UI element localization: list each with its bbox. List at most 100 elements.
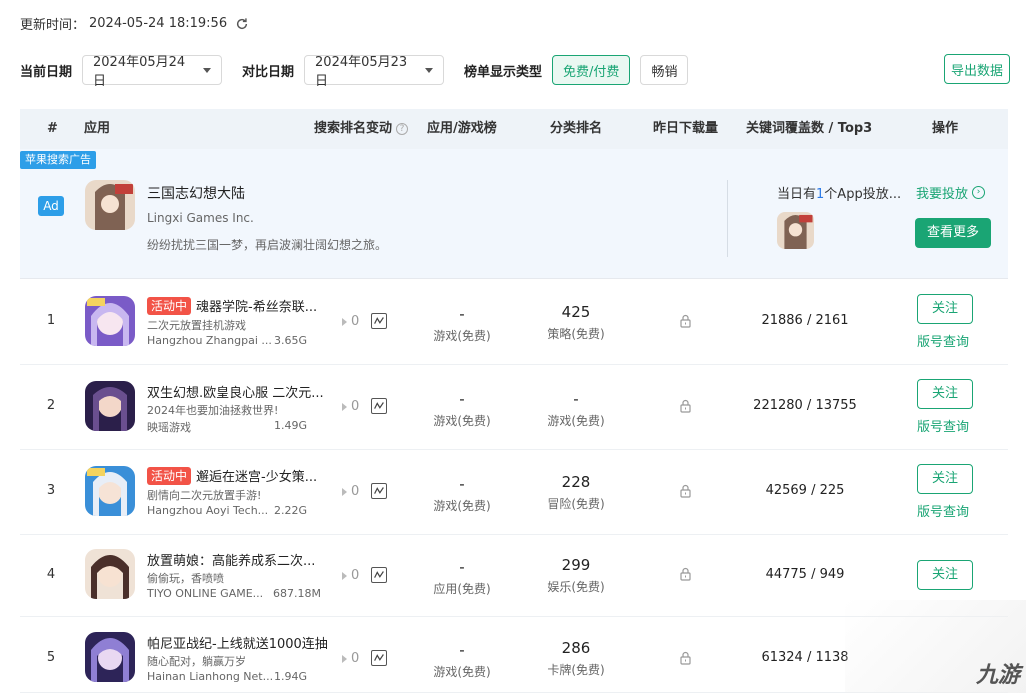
app-icon[interactable]: [85, 549, 135, 599]
app-size: 1.49G: [274, 419, 308, 432]
app-icon[interactable]: [85, 381, 135, 431]
search-change: 0: [342, 314, 359, 329]
app-name[interactable]: 放置萌娘：高能养成系二次...: [147, 550, 315, 569]
app-game-type: 应用(免费): [433, 582, 491, 596]
app-game-type: 游戏(免费): [433, 665, 491, 679]
app-game-rank: -: [459, 558, 465, 576]
triangle-right-icon: [342, 571, 347, 580]
advertise-link[interactable]: 我要投放 ›: [916, 183, 986, 202]
follow-button[interactable]: 关注: [917, 464, 973, 494]
app-title: 魂器学院-希丝奈联...: [196, 300, 318, 315]
app-game-rank: -: [459, 305, 465, 323]
trend-chart-icon[interactable]: [371, 650, 387, 666]
trend-chart-icon[interactable]: [371, 567, 387, 583]
search-change: 0: [342, 399, 359, 414]
toggle-grossing[interactable]: 畅销: [640, 55, 689, 85]
ad-info-prefix: 当日有: [777, 187, 817, 202]
search-change: 0: [342, 484, 359, 499]
category-cell: - 游戏(免费): [536, 390, 616, 429]
watermark-logo: 九游: [975, 663, 1020, 688]
app-name[interactable]: 帕尼亚战纪-上线就送1000连抽: [147, 633, 328, 652]
keyword-coverage: 21886 / 2161: [761, 313, 849, 328]
search-change-value: 0: [351, 484, 360, 499]
app-icon[interactable]: [85, 466, 135, 516]
triangle-right-icon: [342, 654, 347, 663]
search-change-value: 0: [351, 399, 360, 414]
lock-icon: [680, 314, 691, 328]
category-rank: -: [573, 390, 579, 408]
app-size: 2.22G: [274, 504, 308, 517]
ad-info-suffix: 个App投放...: [824, 187, 902, 202]
header-actions: 操作: [932, 121, 959, 136]
lock-icon: [680, 399, 691, 413]
ad-small-app-icon[interactable]: [777, 212, 814, 249]
advertise-link-label: 我要投放: [916, 187, 969, 202]
toggle-free-paid[interactable]: 免费/付费: [552, 55, 631, 85]
ad-app-name[interactable]: 三国志幻想大陆: [147, 183, 245, 203]
keyword-coverage: 44775 / 949: [765, 567, 845, 582]
lock-icon: [680, 567, 691, 581]
chevron-down-icon: [203, 67, 212, 73]
follow-button[interactable]: 关注: [917, 294, 973, 324]
app-game-cell: - 游戏(免费): [422, 305, 502, 344]
trend-chart-icon[interactable]: [371, 483, 387, 499]
app-title: 双生幻想.欧皇良心服 二次元...: [147, 386, 324, 401]
app-game-cell: - 游戏(免费): [422, 641, 502, 680]
ranking-table: # 应用 搜索排名变动? 应用/游戏榜 分类排名 昨日下载量 关键词覆盖数 / …: [20, 109, 1008, 149]
header-app-game: 应用/游戏榜: [427, 121, 497, 136]
follow-button[interactable]: 关注: [917, 379, 973, 409]
help-icon[interactable]: ?: [396, 122, 409, 135]
trend-chart-icon[interactable]: [371, 398, 387, 414]
app-name[interactable]: 活动中 魂器学院-希丝奈联...: [147, 296, 317, 315]
rank: 4: [46, 567, 56, 582]
app-developer: Hangzhou Zhangpai ...: [147, 334, 272, 347]
license-query-link[interactable]: 版号查询: [917, 501, 969, 520]
app-subtitle: 2024年也要加油拯救世界!: [147, 404, 279, 417]
app-size: 687.18M: [273, 587, 321, 600]
current-date-select[interactable]: 2024年05月24日: [82, 55, 223, 89]
app-subtitle: 随心配对，躺赢万岁: [147, 655, 246, 668]
search-change-value: 0: [351, 314, 360, 329]
app-game-rank: -: [459, 641, 465, 659]
app-size: 1.94G: [274, 670, 308, 683]
refresh-icon[interactable]: [235, 17, 249, 31]
app-developer: Hainan Lianhong Net...: [147, 670, 274, 683]
compare-date-select[interactable]: 2024年05月23日: [304, 55, 445, 89]
app-icon[interactable]: [85, 632, 135, 682]
category-type: 冒险(免费): [547, 497, 605, 511]
app-name[interactable]: 活动中 邂逅在迷宫-少女策...: [147, 466, 317, 485]
category-cell: 299 娱乐(免费): [536, 556, 616, 595]
app-game-cell: - 游戏(免费): [422, 390, 502, 429]
license-query-link[interactable]: 版号查询: [917, 331, 969, 350]
category-rank: 425: [561, 303, 591, 321]
compare-date-label: 对比日期: [242, 64, 295, 80]
app-developer: 映瑶游戏: [147, 421, 191, 434]
ad-info-text: 当日有1个App投放...: [777, 183, 901, 202]
license-query-link[interactable]: 版号查询: [917, 416, 969, 435]
app-game-rank: -: [459, 475, 465, 493]
header-keywords: 关键词覆盖数 / Top3: [746, 121, 873, 136]
app-title: 帕尼亚战纪-上线就送1000连抽: [147, 637, 328, 652]
app-game-cell: - 应用(免费): [422, 558, 502, 597]
search-change: 0: [342, 568, 359, 583]
trend-chart-icon[interactable]: [371, 313, 387, 329]
app-title: 放置萌娘：高能养成系二次...: [147, 554, 316, 569]
export-button[interactable]: 导出数据: [943, 54, 1010, 84]
view-more-button[interactable]: 查看更多: [915, 218, 991, 248]
hot-badge: 活动中: [147, 296, 192, 315]
category-type: 娱乐(免费): [547, 580, 605, 594]
follow-button[interactable]: 关注: [917, 560, 973, 590]
app-icon[interactable]: [85, 296, 135, 346]
ad-developer: Lingxi Games Inc.: [147, 211, 254, 225]
app-icon: [85, 180, 135, 230]
app-name[interactable]: 双生幻想.欧皇良心服 二次元...: [147, 382, 324, 401]
category-rank: 286: [561, 639, 591, 657]
header-search-change: 搜索排名变动?: [314, 109, 409, 149]
app-title: 邂逅在迷宫-少女策...: [196, 470, 318, 485]
rank: 3: [46, 483, 56, 498]
app-subtitle: 二次元放置挂机游戏: [147, 319, 246, 332]
header-category-rank: 分类排名: [550, 121, 603, 136]
app-game-type: 游戏(免费): [433, 499, 491, 513]
header-search-change-label: 搜索排名变动: [314, 121, 393, 136]
lock-icon: [680, 484, 691, 498]
